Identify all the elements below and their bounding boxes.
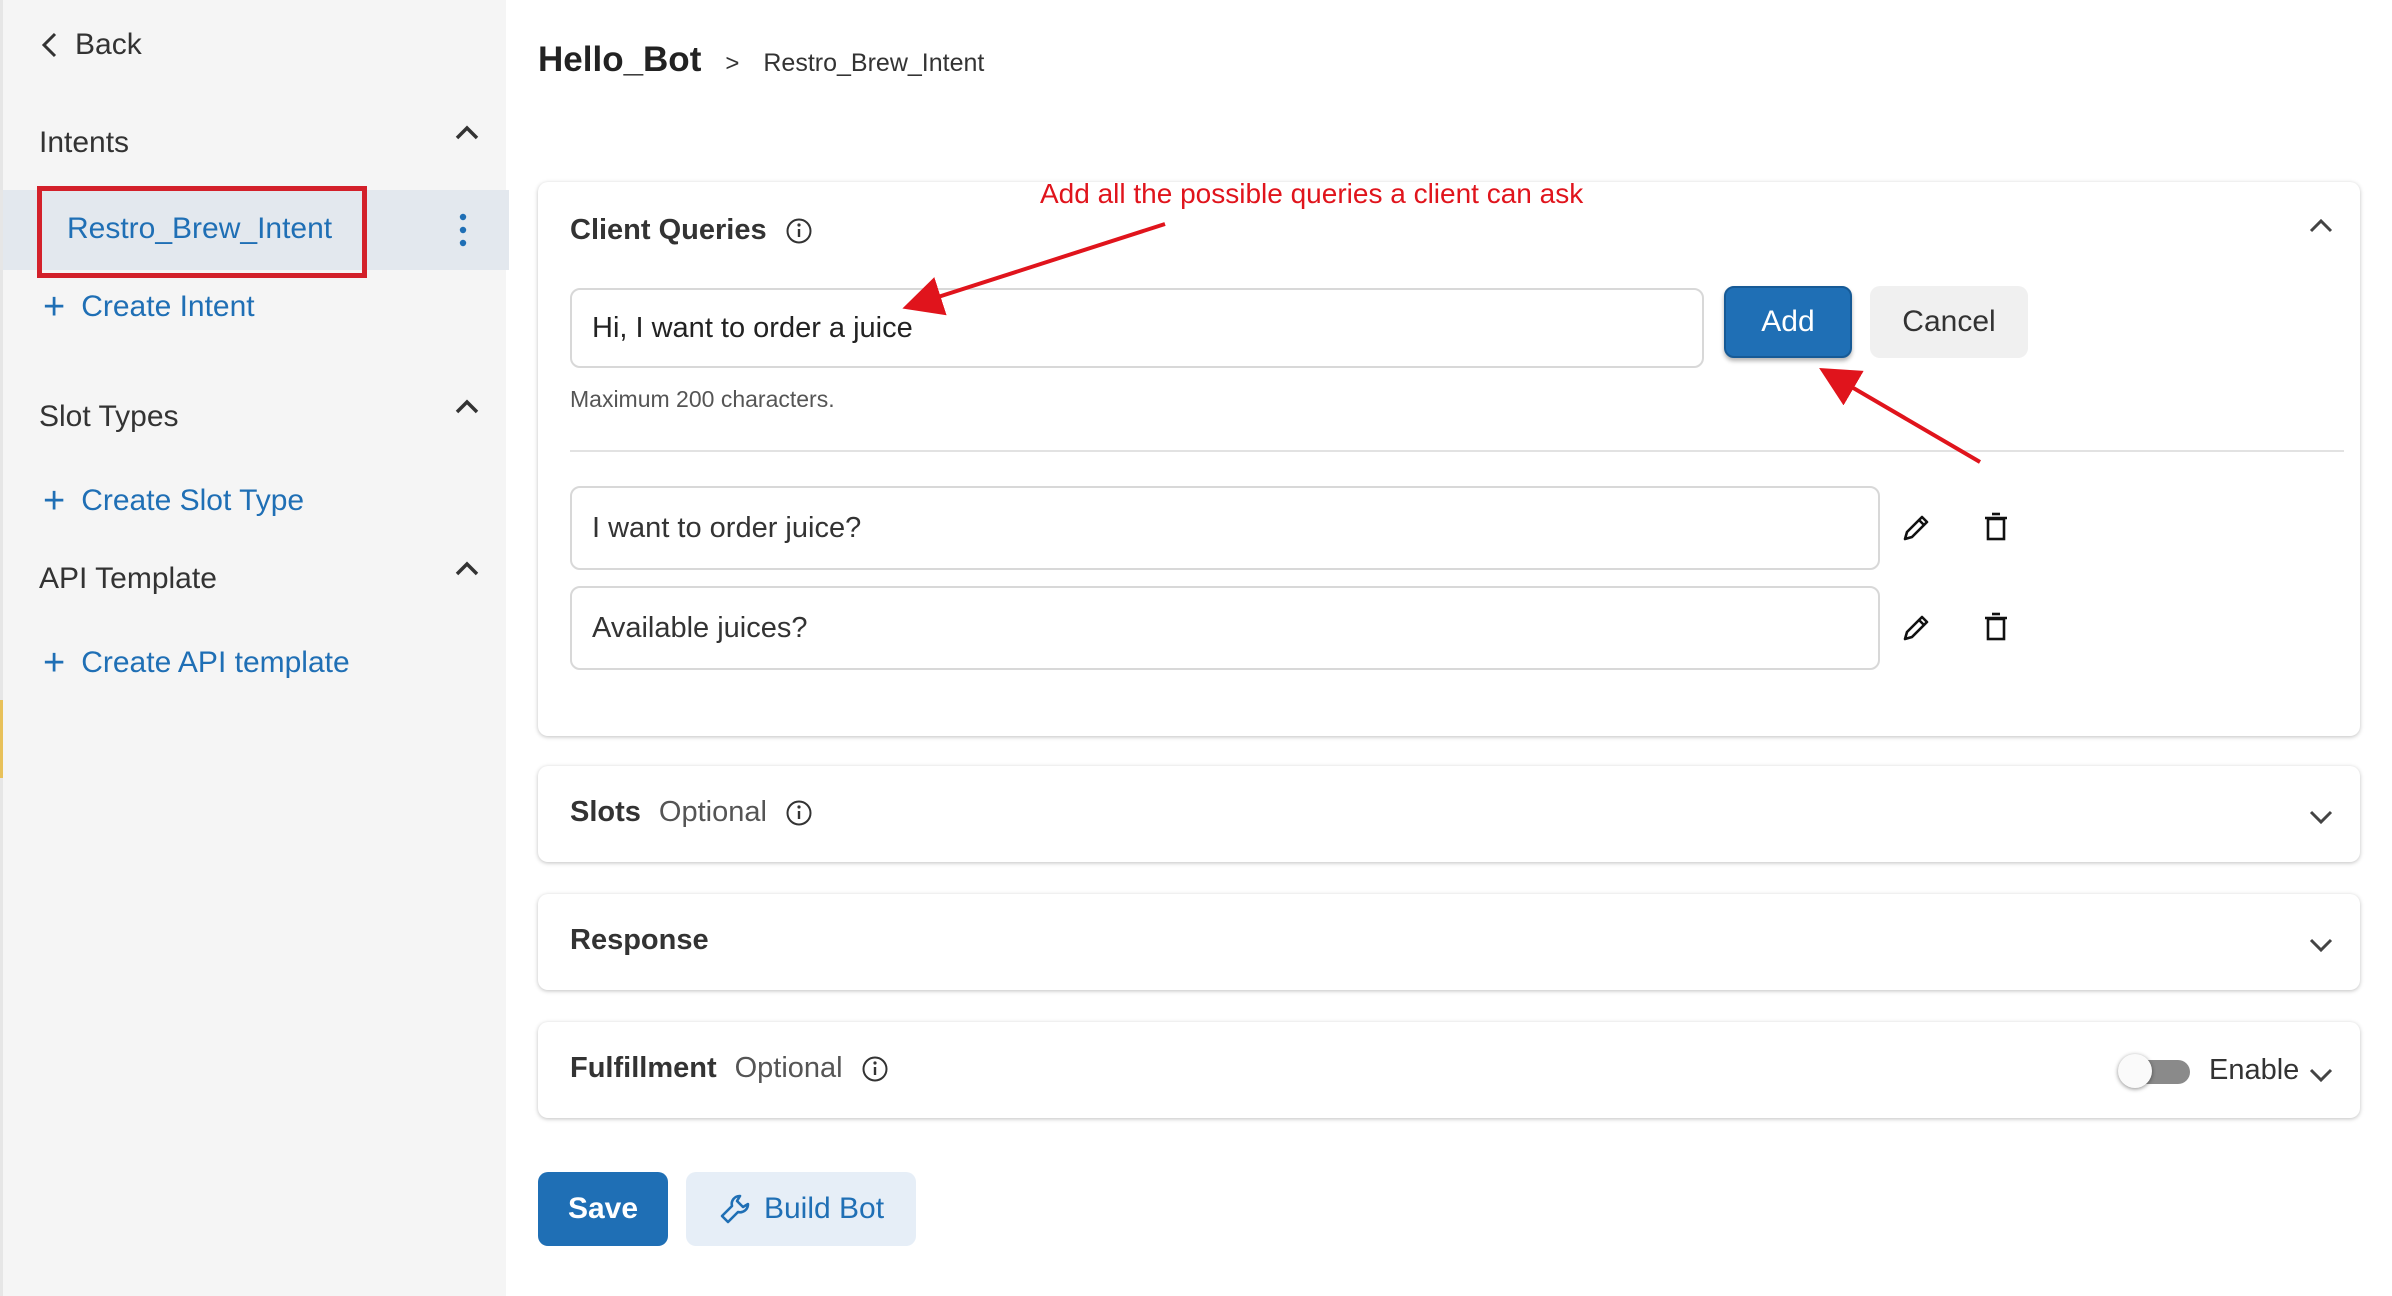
annotation-text: Add all the possible queries a client ca… (1040, 178, 1584, 209)
enable-toggle[interactable] (2118, 1054, 2190, 1088)
chevron-down-icon[interactable] (2308, 1066, 2334, 1084)
client-queries-title: Client Queries (570, 214, 767, 246)
create-api-template-link[interactable]: + Create API template (43, 644, 350, 682)
toggle-knob (2118, 1054, 2152, 1088)
build-bot-label: Build Bot (763, 1192, 885, 1225)
fulfillment-header: Fulfillment Optional (570, 1052, 889, 1085)
query-item-text: I want to order juice? (592, 511, 862, 544)
chevron-up-icon[interactable] (453, 122, 481, 142)
pencil-icon[interactable] (1900, 512, 1932, 544)
api-template-section-title: API Template (39, 562, 217, 595)
plus-icon: + (43, 480, 66, 522)
chevron-left-icon (41, 32, 57, 58)
max-characters-hint: Maximum 200 characters. (570, 386, 835, 412)
save-button[interactable]: Save (538, 1172, 668, 1246)
annotation-highlight-box (37, 186, 367, 278)
query-item: I want to order juice? (570, 486, 1880, 570)
plus-icon: + (43, 642, 66, 684)
breadcrumb-bot[interactable]: Hello_Bot (538, 40, 701, 80)
info-icon[interactable] (785, 217, 813, 245)
query-item: Available juices? (570, 586, 1880, 670)
chevron-up-icon[interactable] (453, 396, 481, 416)
info-icon[interactable] (785, 799, 813, 827)
slots-header: Slots Optional (570, 796, 813, 829)
create-intent-label: Create Intent (81, 290, 255, 323)
chevron-down-icon[interactable] (2308, 808, 2334, 826)
info-icon[interactable] (861, 1055, 889, 1083)
breadcrumb: Hello_Bot > Restro_Brew_Intent (538, 40, 984, 80)
slots-panel[interactable]: Slots Optional (538, 766, 2360, 862)
breadcrumb-intent: Restro_Brew_Intent (763, 49, 985, 77)
query-item-text: Available juices? (592, 611, 808, 644)
create-api-template-label: Create API template (81, 646, 350, 679)
enable-label: Enable (2209, 1054, 2300, 1086)
sidebar-accent-bar (0, 700, 3, 778)
sidebar: Back Intents Restro_Brew_Intent + Create… (0, 0, 509, 1296)
response-header: Response (570, 924, 709, 957)
create-slot-type-label: Create Slot Type (81, 484, 305, 517)
chevron-up-icon[interactable] (453, 558, 481, 578)
optional-label: Optional (658, 796, 767, 828)
trash-icon[interactable] (1980, 610, 2012, 642)
cancel-button[interactable]: Cancel (1870, 286, 2028, 358)
slot-types-section-title: Slot Types (39, 400, 179, 433)
slots-title: Slots (570, 796, 641, 828)
response-panel[interactable]: Response (538, 894, 2360, 990)
back-button[interactable]: Back (39, 28, 142, 62)
back-label: Back (75, 28, 142, 61)
optional-label: Optional (734, 1052, 843, 1084)
trash-icon[interactable] (1980, 510, 2012, 542)
intents-section-title: Intents (39, 126, 130, 159)
breadcrumb-separator: > (725, 50, 740, 77)
build-bot-button[interactable]: Build Bot (686, 1172, 916, 1246)
more-options-icon[interactable] (458, 210, 468, 250)
fulfillment-title: Fulfillment (570, 1052, 717, 1084)
pencil-icon[interactable] (1900, 612, 1932, 644)
chevron-up-icon[interactable] (2308, 216, 2334, 234)
client-queries-header[interactable]: Client Queries (570, 214, 813, 247)
add-query-button[interactable]: Add (1724, 286, 1852, 358)
response-title: Response (570, 924, 709, 956)
divider (570, 450, 2344, 452)
fulfillment-panel[interactable]: Fulfillment Optional Enable (538, 1022, 2360, 1118)
chevron-down-icon[interactable] (2308, 936, 2334, 954)
plus-icon: + (43, 286, 66, 328)
create-slot-type-link[interactable]: + Create Slot Type (43, 482, 304, 520)
wrench-icon (720, 1194, 750, 1224)
create-intent-link[interactable]: + Create Intent (43, 288, 255, 326)
client-queries-panel: Client Queries Add Cancel Maximum 200 ch… (538, 182, 2360, 736)
client-query-input[interactable] (570, 288, 1704, 368)
